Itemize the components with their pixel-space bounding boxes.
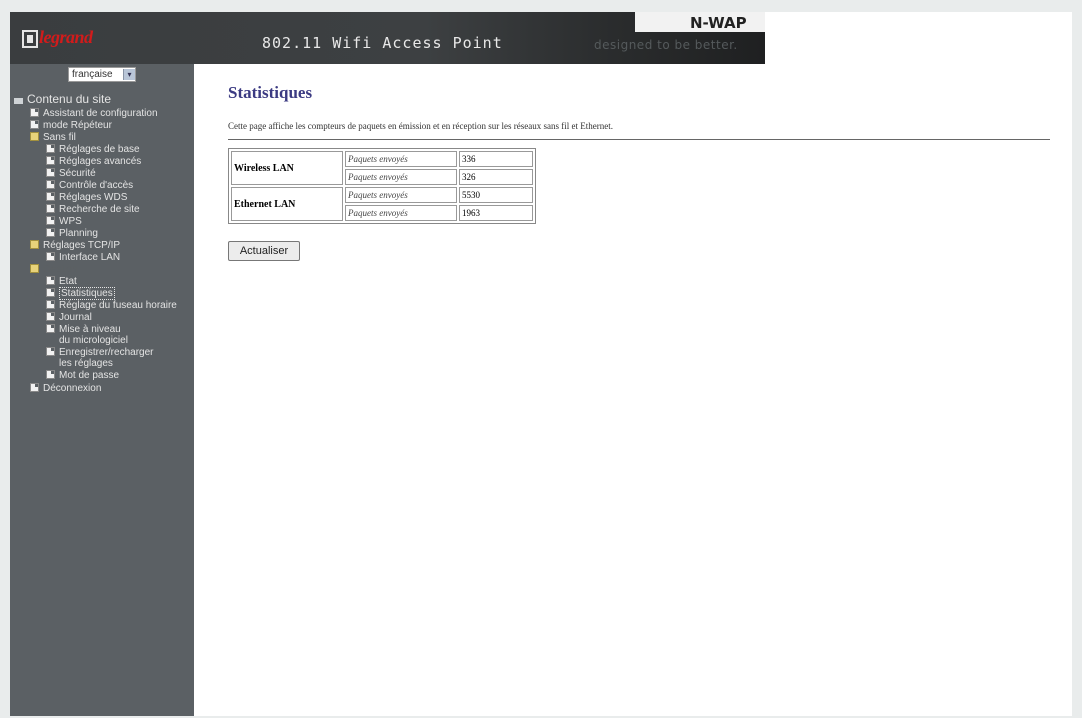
row-label: Paquets envoyés [345, 151, 457, 167]
sidebar-folder-tcpip[interactable]: Réglages TCP/IP [30, 240, 120, 251]
row-label: Paquets envoyés [345, 169, 457, 185]
page-icon [46, 312, 55, 321]
folder-icon [30, 132, 39, 141]
page-icon [46, 252, 55, 261]
page-icon [46, 216, 55, 225]
sidebar-item-firmware-upgrade[interactable]: Mise à niveau [46, 324, 121, 335]
sidebar-item-wps[interactable]: WPS [46, 216, 82, 227]
folder-tree-icon [14, 98, 23, 104]
sidebar-item-save-reload-cont[interactable]: les réglages [59, 358, 113, 369]
page-icon [30, 108, 39, 117]
page-icon [30, 120, 39, 129]
language-select[interactable]: française ▾ [68, 67, 136, 82]
page-icon [46, 204, 55, 213]
page-icon [46, 144, 55, 153]
sidebar-item-password[interactable]: Mot de passe [46, 370, 119, 381]
sidebar-item-statistics[interactable]: Statistiques [46, 287, 115, 300]
refresh-button[interactable]: Actualiser [228, 241, 300, 261]
page-icon [46, 156, 55, 165]
row-label: Paquets envoyés [345, 205, 457, 221]
sidebar-item-schedule[interactable]: Planning [46, 228, 98, 239]
page-icon [46, 180, 55, 189]
sidebar-item-lan-interface[interactable]: Interface LAN [46, 252, 120, 263]
sidebar-root[interactable]: Contenu du site [14, 93, 111, 105]
page-icon [46, 324, 55, 333]
divider [228, 139, 1050, 140]
row-label: Paquets envoyés [345, 187, 457, 203]
page-title: Statistiques [228, 83, 313, 102]
group-label-ethernet: Ethernet LAN [231, 187, 343, 221]
sidebar-item-log[interactable]: Journal [46, 312, 92, 323]
tagline: designed to be better. [594, 38, 738, 52]
folder-icon [30, 264, 39, 273]
row-value: 326 [459, 169, 533, 185]
table-row: Ethernet LAN Paquets envoyés 5530 [231, 187, 533, 221]
brand-name: N-WAP [690, 14, 747, 32]
folder-icon [30, 240, 39, 249]
sidebar-item-advanced-settings[interactable]: Réglages avancés [46, 156, 141, 167]
sidebar-folder-management[interactable]: Gestion [30, 264, 77, 275]
sidebar-item-save-reload[interactable]: Enregistrer/recharger [46, 347, 153, 358]
row-value: 5530 [459, 187, 533, 203]
page-icon [46, 300, 55, 309]
sidebar-folder-wireless[interactable]: Sans fil [30, 132, 76, 143]
sidebar-item-basic-settings[interactable]: Réglages de base [46, 144, 140, 155]
row-value: 1963 [459, 205, 533, 221]
logo-icon [22, 30, 38, 48]
group-label-wireless: Wireless LAN [231, 151, 343, 185]
product-title: 802.11 Wifi Access Point [262, 34, 503, 52]
page-icon [46, 192, 55, 201]
table-row: Wireless LAN Paquets envoyés 336 [231, 151, 533, 185]
sidebar-item-firmware-upgrade-cont[interactable]: du micrologiciel [59, 335, 128, 346]
page-icon [46, 168, 55, 177]
page-description: Cette page affiche les compteurs de paqu… [228, 121, 613, 131]
sidebar-item-wds[interactable]: Réglages WDS [46, 192, 127, 203]
sidebar-item-status[interactable]: Etat [46, 276, 77, 287]
chevron-down-icon[interactable]: ▾ [123, 69, 135, 80]
sidebar-item-repeater[interactable]: mode Répéteur [30, 120, 112, 131]
language-select-value: française [72, 69, 113, 80]
page-icon [30, 383, 39, 392]
sidebar-item-assistant[interactable]: Assistant de configuration [30, 108, 158, 119]
sidebar-item-logout[interactable]: Déconnexion [30, 383, 101, 394]
sidebar-item-timezone[interactable]: Réglage du fuseau horaire [46, 300, 177, 311]
sidebar-item-site-survey[interactable]: Recherche de site [46, 204, 140, 215]
logo: legrand [39, 27, 93, 47]
page-icon [46, 276, 55, 285]
page-icon [46, 347, 55, 356]
page-icon [46, 288, 55, 297]
page-icon [46, 370, 55, 379]
page-icon [46, 228, 55, 237]
sidebar-item-security[interactable]: Sécurité [46, 168, 96, 179]
statistics-table: Wireless LAN Paquets envoyés 336 Paquets… [228, 148, 536, 224]
row-value: 336 [459, 151, 533, 167]
sidebar-item-access-control[interactable]: Contrôle d'accès [46, 180, 133, 191]
